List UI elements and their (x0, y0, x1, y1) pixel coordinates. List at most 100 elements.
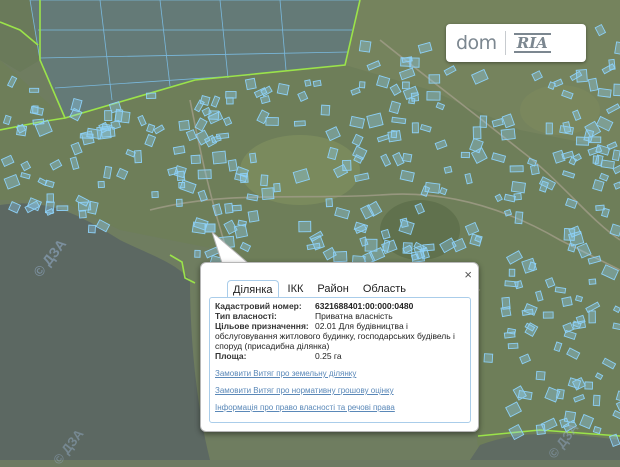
land-parcel[interactable] (208, 110, 220, 120)
land-parcel[interactable] (212, 150, 227, 165)
land-parcel[interactable] (265, 117, 279, 126)
land-parcel[interactable] (563, 228, 576, 241)
land-parcel[interactable] (592, 425, 602, 435)
order-valuation-extract-link[interactable]: Замовити Витяг про нормативну грошову оц… (215, 386, 465, 395)
land-parcel[interactable] (224, 202, 234, 214)
land-parcel[interactable] (411, 122, 419, 134)
land-parcel[interactable] (225, 90, 237, 99)
land-parcel[interactable] (80, 130, 95, 146)
land-parcel[interactable] (401, 81, 410, 90)
land-parcel[interactable] (561, 296, 573, 307)
tab-region[interactable]: Область (358, 280, 411, 297)
land-parcel[interactable] (178, 119, 191, 131)
tab-ikk[interactable]: ІКК (283, 280, 309, 297)
land-parcel[interactable] (226, 97, 234, 105)
land-parcel[interactable] (178, 181, 186, 189)
land-parcel[interactable] (237, 219, 247, 227)
land-parcel[interactable] (247, 210, 260, 223)
land-parcel[interactable] (483, 353, 494, 363)
land-parcel[interactable] (103, 165, 113, 179)
land-parcel[interactable] (87, 224, 96, 234)
land-parcel[interactable] (298, 220, 312, 233)
land-parcel[interactable] (96, 125, 112, 140)
land-parcel[interactable] (545, 122, 553, 135)
land-parcel[interactable] (426, 91, 441, 101)
land-parcel[interactable] (176, 198, 183, 207)
land-parcel[interactable] (428, 74, 441, 84)
land-parcel[interactable] (104, 110, 113, 122)
land-parcel[interactable] (592, 394, 601, 407)
tab-district[interactable]: Район (312, 280, 353, 297)
ownership-rights-info-link[interactable]: Інформація про право власності та речові… (215, 403, 465, 412)
land-parcel[interactable] (32, 105, 39, 114)
land-parcel[interactable] (260, 174, 269, 187)
land-parcel[interactable] (503, 331, 516, 339)
land-parcel[interactable] (44, 200, 55, 214)
land-parcel[interactable] (507, 342, 519, 350)
land-parcel[interactable] (261, 187, 275, 201)
land-parcel[interactable] (244, 77, 257, 91)
land-parcel[interactable] (197, 169, 212, 180)
land-parcel[interactable] (554, 286, 567, 294)
land-parcel[interactable] (508, 268, 516, 277)
order-parcel-extract-link[interactable]: Замовити Витяг про земельну ділянку (215, 369, 465, 378)
land-parcel[interactable] (472, 126, 482, 140)
land-parcel[interactable] (479, 115, 488, 128)
land-parcel[interactable] (608, 58, 616, 71)
land-parcel[interactable] (592, 179, 605, 192)
land-parcel[interactable] (249, 152, 257, 164)
land-parcel[interactable] (387, 130, 402, 143)
close-icon[interactable]: × (464, 267, 472, 282)
land-parcel[interactable] (227, 159, 238, 172)
land-parcel[interactable] (500, 128, 516, 141)
land-parcel[interactable] (172, 145, 186, 155)
land-parcel[interactable] (273, 182, 281, 193)
land-parcel[interactable] (97, 180, 105, 189)
land-parcel[interactable] (276, 82, 290, 96)
land-parcel[interactable] (231, 204, 242, 212)
land-parcel[interactable] (400, 57, 412, 67)
land-parcel[interactable] (443, 165, 453, 174)
land-parcel[interactable] (513, 192, 522, 201)
land-parcel[interactable] (216, 132, 230, 140)
land-parcel[interactable] (77, 201, 92, 212)
land-parcel[interactable] (304, 79, 312, 87)
land-parcel[interactable] (190, 154, 201, 165)
land-parcel[interactable] (600, 159, 615, 169)
land-parcel[interactable] (151, 191, 159, 199)
land-parcel[interactable] (460, 151, 470, 159)
land-parcel[interactable] (333, 251, 348, 263)
land-parcel[interactable] (401, 152, 413, 163)
land-parcel[interactable] (588, 278, 597, 285)
land-parcel[interactable] (399, 217, 409, 229)
land-parcel[interactable] (312, 79, 322, 88)
land-parcel[interactable] (29, 87, 40, 93)
land-parcel[interactable] (56, 205, 69, 211)
land-parcel[interactable] (358, 81, 366, 89)
land-parcel[interactable] (584, 381, 594, 390)
land-parcel[interactable] (78, 210, 87, 219)
land-parcel[interactable] (587, 77, 599, 92)
land-parcel[interactable] (514, 280, 524, 290)
land-parcel[interactable] (535, 370, 546, 381)
land-parcel[interactable] (588, 310, 596, 324)
land-parcel[interactable] (597, 87, 612, 98)
land-parcel[interactable] (613, 83, 620, 97)
land-parcel[interactable] (114, 110, 131, 124)
land-parcel[interactable] (529, 164, 540, 176)
tab-parcel[interactable]: Ділянка (227, 280, 279, 298)
land-parcel[interactable] (514, 211, 524, 225)
land-parcel[interactable] (194, 249, 201, 258)
land-parcel[interactable] (32, 118, 45, 126)
land-parcel[interactable] (510, 180, 526, 194)
land-parcel[interactable] (325, 198, 333, 208)
land-parcel[interactable] (611, 149, 620, 162)
land-parcel[interactable] (293, 120, 306, 127)
domria-logo[interactable]: dom RIA (446, 24, 586, 62)
land-parcel[interactable] (358, 40, 372, 53)
land-parcel[interactable] (146, 92, 157, 99)
land-parcel[interactable] (509, 165, 524, 173)
land-parcel[interactable] (542, 311, 554, 319)
land-parcel[interactable] (199, 95, 211, 106)
land-parcel[interactable] (500, 306, 512, 318)
